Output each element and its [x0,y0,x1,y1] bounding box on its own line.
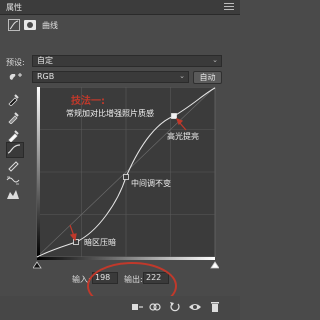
curve-point-midtone[interactable] [123,174,129,180]
eyedropper-white-icon[interactable] [6,128,22,143]
auto-button[interactable]: 自动 [193,71,222,84]
eyedropper-gray-icon[interactable] [6,110,22,125]
white-point-slider[interactable] [210,261,220,269]
channel-value: RGB [37,72,55,81]
annotation-shadow: 暗区压暗 [84,238,116,247]
annotation-highlight: 高光提亮 [167,132,199,141]
clipping-warning-icon[interactable] [6,188,22,202]
output-gradient-bar [37,87,40,257]
adjustment-icon[interactable] [8,19,20,31]
visibility-icon[interactable] [188,300,202,314]
hand-target-icon[interactable] [7,71,23,83]
curve-icon[interactable] [6,142,24,158]
curve-point-highlight[interactable] [171,113,177,119]
eyedropper-black-icon[interactable] [6,92,22,107]
black-point-slider[interactable] [32,261,42,269]
preset-label: 预设: [6,58,25,67]
delete-icon[interactable] [208,300,222,314]
view-previous-icon[interactable] [148,300,162,314]
annotation-heading: 技法一: [71,96,105,107]
properties-header: 曲线 [0,15,240,37]
preset-value: 自定 [37,56,53,65]
annotation-description: 常规加对比增强照片质感 [66,109,154,118]
chevron-down-icon: ⌄ [179,72,185,80]
pencil-icon[interactable] [6,158,22,172]
panel-titlebar: 属性 [0,0,240,15]
adjustment-type-label: 曲线 [42,21,58,30]
reset-icon[interactable] [168,300,182,314]
panel-menu-icon[interactable] [224,3,234,11]
clip-to-layer-icon[interactable] [130,300,144,314]
chevron-down-icon: ⌄ [212,56,218,64]
smooth-icon[interactable] [6,174,22,188]
panel-footer [0,296,240,320]
annotation-midtone: 中间调不变 [131,179,171,188]
preset-select[interactable]: 自定 ⌄ [32,55,222,67]
channel-select[interactable]: RGB ⌄ [32,71,189,83]
curve-point-shadow[interactable] [73,239,79,245]
mask-icon[interactable] [24,20,36,30]
panel-title: 属性 [6,3,22,12]
